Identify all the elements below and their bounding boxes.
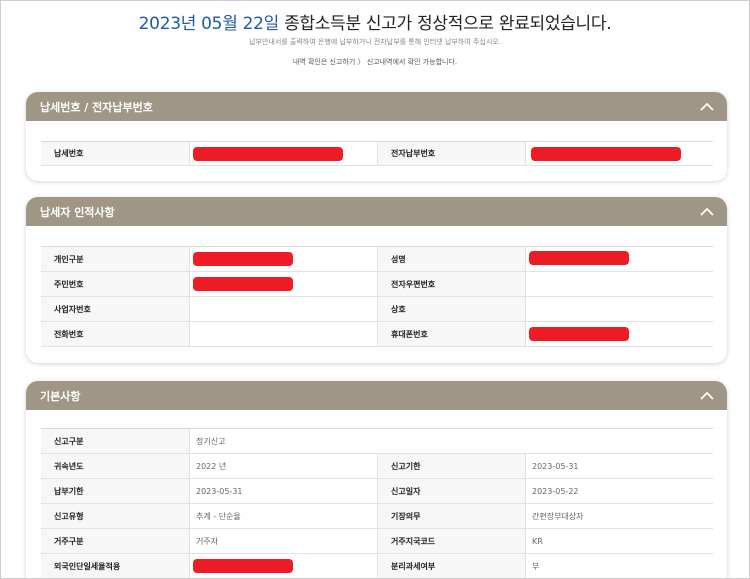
label-tax-year: 귀속년도	[41, 454, 189, 478]
value-resident-number	[189, 272, 377, 296]
redaction-bar	[531, 147, 681, 161]
section-title: 납세번호 / 전자납부번호	[40, 100, 153, 114]
value-person-type	[189, 247, 377, 271]
value-epay-number	[525, 142, 713, 165]
chevron-up-icon[interactable]	[693, 197, 721, 226]
label-country-code: 거주지국코드	[377, 529, 525, 553]
table-row: 외국인단일세율적용 분리과세여부 부	[41, 554, 713, 578]
value-report-type: 정기신고	[189, 429, 713, 453]
value-phone	[189, 322, 377, 346]
value-separate-taxation: 부	[525, 554, 713, 578]
label-bookkeeping-duty: 기장의무	[377, 504, 525, 528]
value-payment-deadline: 2023-05-31	[189, 479, 377, 503]
label-residency: 거주구분	[41, 529, 189, 553]
taxpayer-table: 개인구분 성명 주민번호 전자우편번호 사업자번호 상호 전화번호 휴대폰번호	[41, 246, 713, 347]
label-tax-number: 납세번호	[41, 142, 189, 165]
label-report-category: 신고유형	[41, 504, 189, 528]
redaction-bar	[193, 277, 293, 291]
section-header[interactable]: 납세번호 / 전자납부번호	[26, 92, 727, 121]
value-company	[525, 297, 713, 321]
value-report-category: 추계 - 단순율	[189, 504, 377, 528]
label-epay-number: 전자납부번호	[377, 142, 525, 165]
section-title: 기본사항	[40, 389, 81, 403]
basic-info-table: 신고구분 정기신고 귀속년도 2022 년 신고기한 2023-05-31 납부…	[41, 428, 713, 578]
table-row: 신고유형 추계 - 단순율 기장의무 간편장부대상자	[41, 504, 713, 529]
label-name: 성명	[377, 247, 525, 271]
section-tax-number: 납세번호 / 전자납부번호 납세번호 전자납부번호	[26, 92, 727, 181]
label-mobile: 휴대폰번호	[377, 322, 525, 346]
redaction-bar	[193, 559, 293, 573]
label-resident-number: 주민번호	[41, 272, 189, 296]
table-row: 사업자번호 상호	[41, 297, 713, 322]
value-country-code: KR	[525, 529, 713, 553]
page-title: 2023년 05월 22일 종합소득분 신고가 정상적으로 완료되었습니다.	[1, 9, 749, 34]
value-residency: 거주자	[189, 529, 377, 553]
label-phone: 전화번호	[41, 322, 189, 346]
label-person-type: 개인구분	[41, 247, 189, 271]
section-header[interactable]: 납세자 인적사항	[26, 197, 727, 226]
redaction-bar	[193, 147, 343, 161]
value-business-number	[189, 297, 377, 321]
label-foreigner-flat-rate: 외국인단일세율적용	[41, 554, 189, 578]
label-report-deadline: 신고기한	[377, 454, 525, 478]
section-title: 납세자 인적사항	[40, 205, 115, 219]
value-report-date: 2023-05-22	[525, 479, 713, 503]
value-tax-year: 2022 년	[189, 454, 377, 478]
label-report-date: 신고일자	[377, 479, 525, 503]
report-complete-page: 2023년 05월 22일 종합소득분 신고가 정상적으로 완료되었습니다. 납…	[0, 0, 750, 579]
redaction-bar	[529, 327, 629, 341]
table-row: 귀속년도 2022 년 신고기한 2023-05-31	[41, 454, 713, 479]
label-payment-deadline: 납부기한	[41, 479, 189, 503]
table-row: 신고구분 정기신고	[41, 429, 713, 454]
table-row: 거주구분 거주자 거주지국코드 KR	[41, 529, 713, 554]
table-row: 개인구분 성명	[41, 247, 713, 272]
chevron-up-icon[interactable]	[693, 92, 721, 121]
value-report-deadline: 2023-05-31	[525, 454, 713, 478]
label-company: 상호	[377, 297, 525, 321]
redaction-bar	[529, 251, 629, 265]
payment-notice: 납부안내서를 출력하여 은행에 납부하거나 전자납부를 통해 인터넷 납부하여 …	[249, 38, 501, 46]
value-mobile	[525, 322, 713, 346]
value-bookkeeping-duty: 간편장부대상자	[525, 504, 713, 528]
redaction-bar	[193, 252, 293, 266]
label-separate-taxation: 분리과세여부	[377, 554, 525, 578]
history-notice: 내역 확인은 신고하기 〉 신고내역에서 확인 가능합니다.	[292, 58, 458, 66]
section-header[interactable]: 기본사항	[26, 381, 727, 410]
value-name	[525, 247, 713, 271]
table-row: 주민번호 전자우편번호	[41, 272, 713, 297]
filing-date: 2023년 05월 22일	[138, 14, 280, 34]
title-text: 종합소득분 신고가 정상적으로 완료되었습니다.	[279, 14, 612, 34]
label-email: 전자우편번호	[377, 272, 525, 296]
table-row: 납세번호 전자납부번호	[41, 142, 713, 166]
table-row: 납부기한 2023-05-31 신고일자 2023-05-22	[41, 479, 713, 504]
section-taxpayer-info: 납세자 인적사항 개인구분 성명 주민번호 전자우편번호 사업자번호 상호 전화…	[26, 197, 727, 363]
value-email	[525, 272, 713, 296]
chevron-up-icon[interactable]	[693, 381, 721, 410]
tax-number-table: 납세번호 전자납부번호	[41, 141, 713, 166]
value-foreigner-flat-rate	[189, 554, 377, 578]
table-row: 전화번호 휴대폰번호	[41, 322, 713, 347]
label-report-type: 신고구분	[41, 429, 189, 453]
section-basic-info: 기본사항 신고구분 정기신고 귀속년도 2022 년 신고기한 2023-05-…	[26, 381, 727, 578]
label-business-number: 사업자번호	[41, 297, 189, 321]
value-tax-number	[189, 142, 377, 165]
